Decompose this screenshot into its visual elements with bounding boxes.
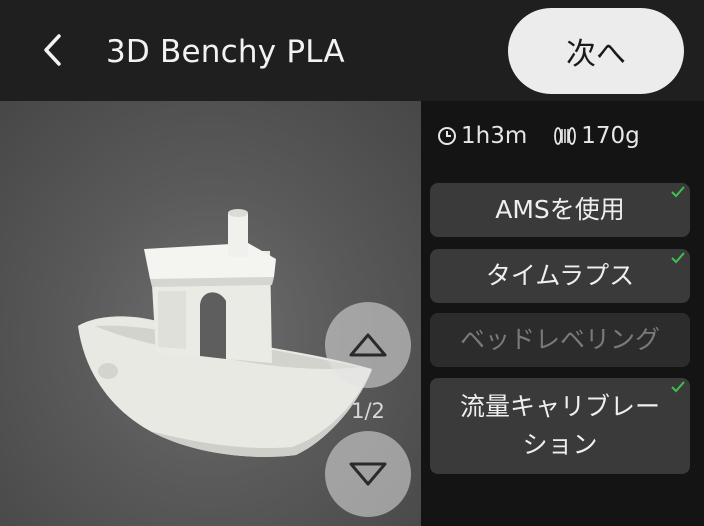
option-flow-calibration[interactable]: 流量キャリブレーション xyxy=(430,378,690,474)
triangle-down-icon xyxy=(349,462,387,486)
option-timelapse-label: タイムラプス xyxy=(485,261,635,290)
top-bar: 3D Benchy PLA 次へ xyxy=(0,0,704,101)
check-icon xyxy=(671,186,685,198)
print-stats: 1h3m 170g xyxy=(437,118,640,154)
check-icon xyxy=(671,252,685,264)
model-preview: 1/2 xyxy=(0,101,421,526)
next-button[interactable]: 次へ xyxy=(508,8,684,94)
filament-weight: 170g xyxy=(581,123,640,149)
check-icon xyxy=(671,381,685,393)
page-indicator: 1/2 xyxy=(351,399,385,423)
back-button[interactable] xyxy=(32,28,72,72)
option-ams-label: AMSを使用 xyxy=(495,195,625,224)
option-flow-calibration-label: 流量キャリブレーション xyxy=(459,392,660,459)
chevron-left-icon xyxy=(44,34,61,66)
filament-spool-icon xyxy=(553,126,577,146)
print-time: 1h3m xyxy=(461,123,528,149)
triangle-up-icon xyxy=(349,333,387,357)
clock-icon xyxy=(437,126,457,146)
page-down-button[interactable] xyxy=(325,431,411,517)
page-title: 3D Benchy PLA xyxy=(106,34,345,70)
option-bed-leveling-label: ベッドレベリング xyxy=(459,325,660,354)
time-stat: 1h3m xyxy=(437,123,527,149)
option-timelapse[interactable]: タイムラプス xyxy=(430,249,690,303)
weight-stat: 170g xyxy=(553,123,640,149)
page-up-button[interactable] xyxy=(325,302,411,388)
option-ams[interactable]: AMSを使用 xyxy=(430,183,690,237)
option-bed-leveling[interactable]: ベッドレベリング xyxy=(430,313,690,367)
